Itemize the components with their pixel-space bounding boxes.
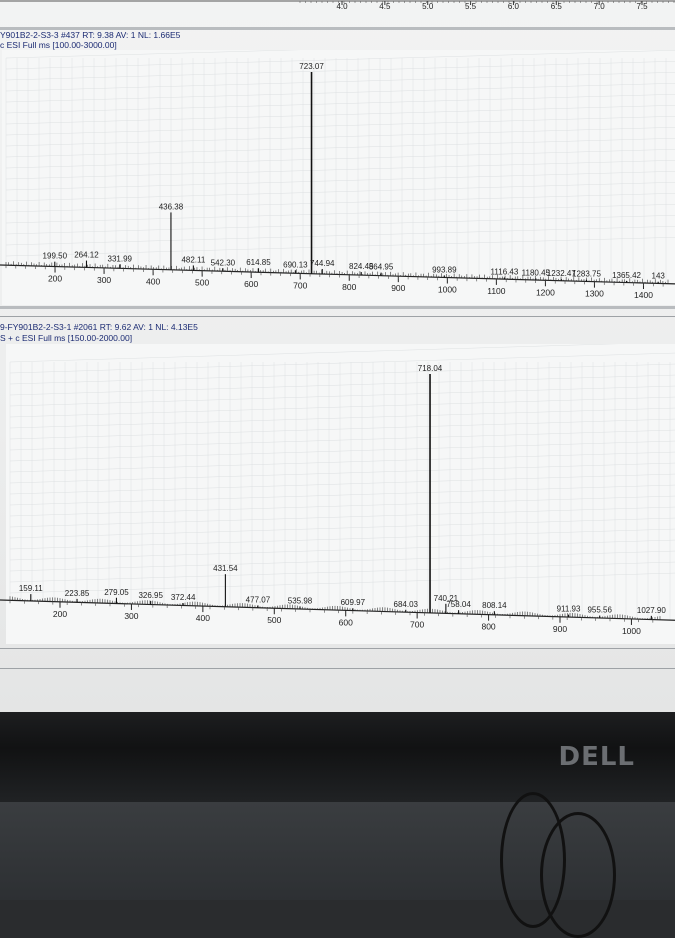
peak-label: 1027.90 xyxy=(637,606,666,615)
chromatogram-time-axis: 4.0 4.5 5.0 5.5 6.0 6.5 7.0 7.5 xyxy=(0,0,675,11)
peak-label: 718.04 xyxy=(418,364,443,373)
x-tick-label: 600 xyxy=(244,279,258,289)
x-tick-label: 900 xyxy=(391,283,405,293)
peak-label: 911.93 xyxy=(557,605,581,614)
spectrum-1-scan-filter: c ESI Full ms [100.00-3000.00] xyxy=(0,40,117,50)
x-tick-label: 200 xyxy=(48,274,62,284)
peak-label: 614.85 xyxy=(246,258,271,267)
mass-spectrum-2[interactable]: 200 300 400 500 600 700 800 900 1000 159.11 223.85… xyxy=(0,344,675,644)
x-tick-label: 900 xyxy=(553,624,567,634)
peak-label: 159.11 xyxy=(19,584,43,593)
axis-tick-label: 4.5 xyxy=(379,2,391,11)
peak-label: 279.05 xyxy=(104,588,129,597)
x-tick-label: 400 xyxy=(196,613,210,623)
x-tick-label: 300 xyxy=(124,611,138,621)
dell-logo: DELL xyxy=(558,742,635,772)
x-tick-label: 300 xyxy=(97,275,111,285)
peak-label: 199.50 xyxy=(43,252,68,261)
peak-label: 143 xyxy=(652,272,666,281)
peak-label: 1365.42 xyxy=(612,271,641,280)
x-tick-label: 200 xyxy=(53,609,67,619)
x-tick-label: 700 xyxy=(293,280,307,290)
x-tick-label: 500 xyxy=(267,615,281,625)
peak-label: 331.99 xyxy=(108,254,133,263)
axis-tick-label: 7.0 xyxy=(594,2,606,11)
x-tick-label: 600 xyxy=(339,617,353,627)
axis-tick-label: 5.5 xyxy=(465,2,477,11)
panel-divider xyxy=(0,648,675,649)
x-tick-label: 1300 xyxy=(585,289,604,299)
axis-tick-label: 7.5 xyxy=(636,2,648,11)
peak-label: 808.14 xyxy=(482,601,507,610)
peak-label: 690.13 xyxy=(283,260,308,269)
peak-label: 684.03 xyxy=(394,600,419,609)
x-tick-label: 800 xyxy=(481,622,495,632)
panel-divider xyxy=(0,306,675,309)
x-tick-label: 400 xyxy=(146,276,160,286)
mass-spectrum-1[interactable]: 200 300 400 500 600 700 800 900 1000 1100 1200 1300… xyxy=(0,50,675,305)
axis-tick-label: 6.0 xyxy=(508,2,520,11)
peak-label: 372.44 xyxy=(171,593,196,602)
axis-tick-label: 6.5 xyxy=(551,2,563,11)
panel-divider xyxy=(0,316,675,317)
peak-label: 542.30 xyxy=(211,258,236,267)
x-tick-label: 1000 xyxy=(438,285,457,295)
peak-label: 482.11 xyxy=(181,255,205,264)
peak-label: 477.07 xyxy=(246,595,271,604)
peak-label: 1283.75 xyxy=(572,270,601,279)
peak-label: 535.98 xyxy=(288,597,313,606)
peak-label: 609.97 xyxy=(341,598,366,607)
x-tick-label: 500 xyxy=(195,278,209,288)
x-tick-label: 1200 xyxy=(536,287,555,297)
peak-label: 1116.43 xyxy=(491,267,519,276)
peak-label: 864.95 xyxy=(369,263,394,272)
peak-label: 993.89 xyxy=(432,265,457,274)
panel-divider xyxy=(0,668,675,669)
x-tick-label: 1100 xyxy=(487,286,506,296)
peak-label: 955.56 xyxy=(587,606,612,615)
axis-tick-label: 5.0 xyxy=(422,2,434,11)
axis-tick-label: 4.0 xyxy=(336,2,348,11)
peak-label: 723.07 xyxy=(299,62,324,71)
peak-label: 326.95 xyxy=(138,591,163,600)
peak-label: 264.12 xyxy=(74,251,99,260)
spectrum-2-scan-filter: S + c ESI Full ms [150.00-2000.00] xyxy=(0,333,133,343)
monitor-screen: 4.0 4.5 5.0 5.5 6.0 6.5 7.0 7.5 Y901B2-2-S3-3 #… xyxy=(0,0,675,712)
peak-label: 758.04 xyxy=(446,600,471,609)
x-tick-label: 1400 xyxy=(634,290,653,300)
x-tick-label: 1000 xyxy=(622,626,641,636)
peak-label: 744.94 xyxy=(310,259,335,268)
spectrum-1-header: Y901B2-2-S3-3 #437 RT: 9.38 AV: 1 NL: 1.… xyxy=(0,30,181,40)
peak-label: 431.54 xyxy=(213,564,238,573)
spectrum-2-header: 9-FY901B2-2-S3-1 #2061 RT: 9.62 AV: 1 NL… xyxy=(0,322,198,332)
peak-label: 436.38 xyxy=(159,202,184,211)
x-tick-label: 700 xyxy=(410,620,424,630)
desk-surface xyxy=(0,792,675,938)
x-tick-label: 800 xyxy=(342,282,356,292)
peak-label: 223.85 xyxy=(65,589,90,598)
cable xyxy=(540,812,616,938)
